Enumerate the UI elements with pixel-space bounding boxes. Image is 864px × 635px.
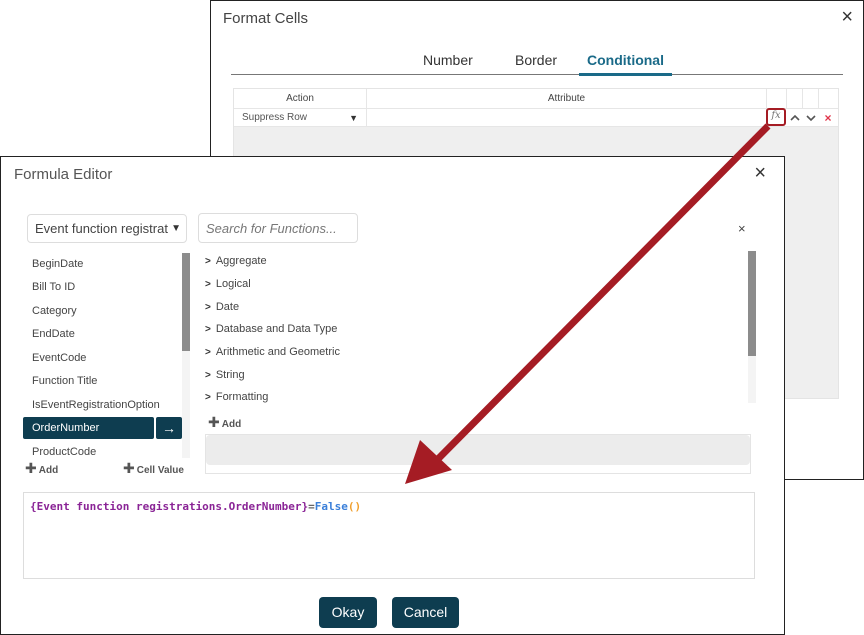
category-label: Aggregate — [215, 255, 267, 267]
table-row: Suppress Row ▼ fx × — [234, 108, 838, 127]
category-label: String — [215, 369, 245, 381]
category-label: Formatting — [215, 391, 269, 403]
add-cell-value-button[interactable]: ✚ Cell Value — [123, 460, 184, 477]
chevron-right-icon: > — [205, 302, 211, 313]
function-category-list: > Aggregate > Logical > Date > Database and … — [205, 251, 745, 403]
move-up-button[interactable] — [787, 109, 803, 127]
column-header-blank — [803, 89, 819, 109]
list-item[interactable]: Bill To ID — [23, 276, 153, 298]
field-list: BeginDate Bill To ID Category EndDate Ev… — [23, 251, 191, 458]
cell-value-label: Cell Value — [136, 465, 184, 476]
formula-editor-dialog: Formula Editor × Event function registra… — [0, 156, 785, 635]
category-logical[interactable]: > Logical — [205, 273, 251, 295]
formula-field-token: {Event function registrations.OrderNumbe… — [30, 500, 309, 513]
category-formatting[interactable]: > Formatting — [205, 386, 268, 403]
add-label: Add — [221, 419, 242, 430]
delete-row-button[interactable]: × — [820, 109, 836, 127]
add-field-button[interactable]: ✚ Add — [25, 460, 58, 477]
table-select[interactable]: Event function registrat ▼ — [27, 214, 187, 243]
chevron-down-icon — [806, 115, 816, 122]
category-string[interactable]: > String — [205, 364, 245, 386]
close-icon[interactable]: × — [754, 163, 766, 183]
okay-button[interactable]: Okay — [319, 597, 377, 628]
list-item[interactable]: ProductCode — [23, 441, 153, 458]
dialog-title: Formula Editor — [14, 166, 113, 183]
function-search-input[interactable] — [198, 213, 358, 243]
column-header-action: Action — [234, 89, 367, 109]
list-item[interactable]: EndDate — [23, 323, 153, 345]
list-item[interactable]: BeginDate — [23, 253, 153, 275]
arrow-right-icon: → — [162, 420, 176, 436]
move-down-button[interactable] — [803, 109, 819, 127]
list-item[interactable]: EventCode — [23, 347, 153, 369]
formula-operator-token: = — [308, 500, 315, 513]
scrollbar-thumb[interactable] — [182, 253, 190, 351]
chevron-right-icon: > — [205, 324, 211, 335]
delete-icon: × — [824, 111, 832, 125]
close-icon[interactable]: × — [841, 7, 853, 27]
caret-down-icon: ▼ — [171, 223, 181, 234]
category-arithmetic[interactable]: > Arithmetic and Geometric — [205, 341, 340, 363]
chevron-up-icon — [790, 114, 800, 121]
tab-bar: Number Border Conditional — [231, 51, 843, 76]
chevron-right-icon: > — [205, 279, 211, 290]
chevron-right-icon: > — [205, 392, 211, 403]
table-select-value: Event function registrat — [35, 221, 168, 236]
scrollbar-thumb[interactable] — [748, 251, 756, 356]
column-header-blank — [767, 89, 787, 109]
insert-field-button[interactable]: → — [156, 417, 182, 439]
attribute-cell[interactable] — [367, 109, 767, 127]
category-date[interactable]: > Date — [205, 296, 239, 318]
action-select-value: Suppress Row — [242, 112, 308, 123]
list-item-selected[interactable]: OrderNumber — [23, 417, 154, 439]
add-function-button[interactable]: ✚ Add — [208, 414, 241, 431]
caret-down-icon: ▼ — [349, 113, 358, 123]
clear-search-icon[interactable]: × — [738, 221, 746, 236]
cancel-button[interactable]: Cancel — [392, 597, 459, 628]
formula-paren-token: () — [347, 500, 362, 513]
formula-input[interactable]: {Event function registrations.OrderNumbe… — [23, 492, 755, 579]
tab-border[interactable]: Border — [507, 52, 565, 74]
category-label: Arithmetic and Geometric — [215, 346, 340, 358]
function-description — [206, 435, 750, 465]
category-label: Logical — [215, 278, 251, 290]
column-header-attribute: Attribute — [367, 89, 767, 109]
chevron-right-icon: > — [205, 370, 211, 381]
function-description-box — [205, 434, 751, 474]
list-item[interactable]: IsEventRegistrationOption — [23, 394, 160, 416]
category-label: Database and Data Type — [215, 323, 338, 335]
add-label: Add — [38, 465, 59, 476]
formula-function-token: False — [314, 500, 348, 513]
list-item[interactable]: Function Title — [23, 370, 153, 392]
tab-conditional[interactable]: Conditional — [579, 52, 672, 76]
tab-number[interactable]: Number — [415, 52, 481, 74]
formula-fx-button[interactable]: fx — [766, 108, 786, 126]
dialog-title: Format Cells — [223, 10, 309, 27]
function-list-scrollbar[interactable] — [748, 251, 756, 403]
action-select[interactable]: Suppress Row ▼ — [234, 109, 367, 127]
category-label: Date — [215, 301, 240, 313]
column-header-blank — [787, 89, 803, 109]
chevron-right-icon: > — [205, 256, 211, 267]
chevron-right-icon: > — [205, 347, 211, 358]
fx-icon: fx — [771, 110, 781, 121]
list-item[interactable]: Category — [23, 300, 153, 322]
field-list-scrollbar[interactable] — [182, 253, 190, 458]
category-database[interactable]: > Database and Data Type — [205, 318, 337, 340]
category-aggregate[interactable]: > Aggregate — [205, 251, 267, 272]
plus-icon: ✚ — [25, 460, 37, 476]
plus-icon: ✚ — [208, 414, 220, 430]
grid-header: Action Attribute — [234, 89, 838, 109]
plus-icon: ✚ — [123, 460, 135, 476]
